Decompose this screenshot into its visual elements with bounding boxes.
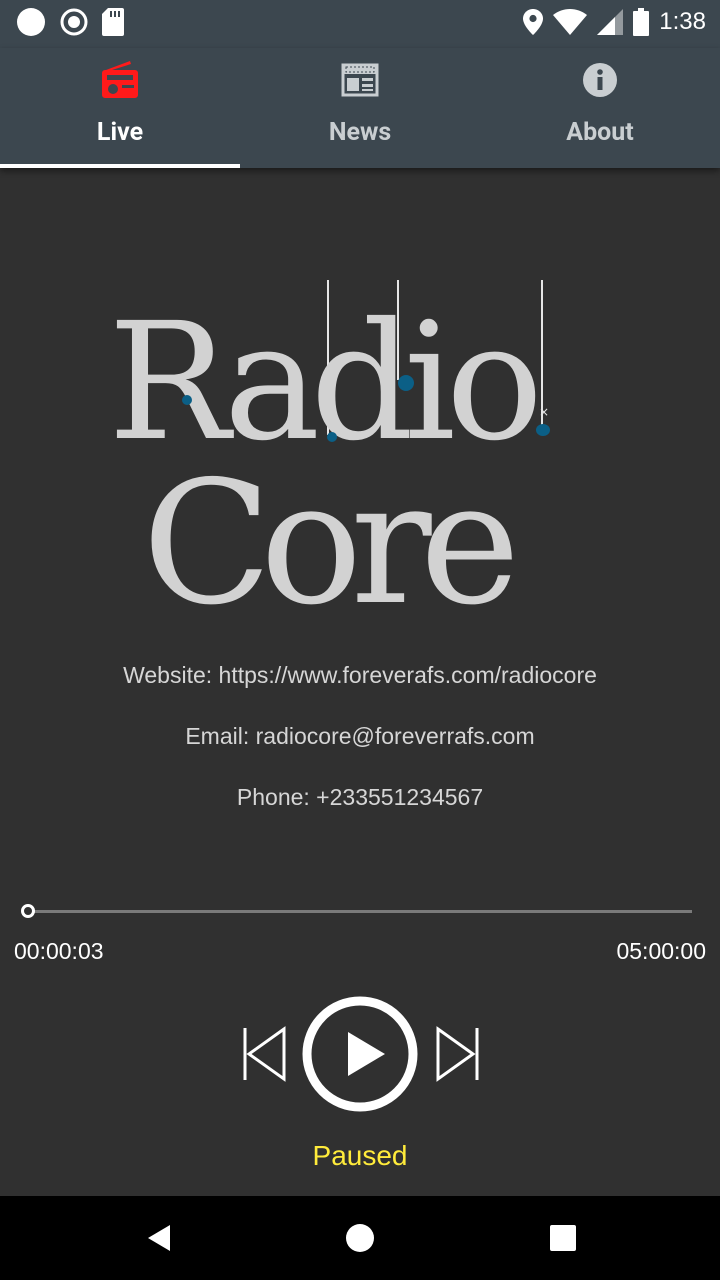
tab-label: News [328, 118, 392, 147]
seek-thumb[interactable] [21, 904, 35, 918]
skip-next-button[interactable] [430, 1022, 486, 1086]
system-nav-bar [0, 1196, 720, 1280]
tab-news[interactable]: News [240, 48, 480, 168]
active-tab-indicator [0, 164, 240, 168]
skip-previous-button[interactable] [236, 1022, 292, 1086]
play-button[interactable] [301, 995, 419, 1113]
skip-next-icon [436, 1026, 479, 1082]
seek-bar[interactable] [28, 910, 692, 913]
sd-card-icon [102, 8, 124, 36]
clock: 1:38 [659, 8, 706, 35]
play-icon [302, 996, 418, 1112]
back-button[interactable] [108, 1196, 208, 1280]
logo-core-text: Core [142, 445, 513, 640]
home-button[interactable] [310, 1196, 410, 1280]
status-bar: 1:38 [0, 0, 720, 48]
website-text[interactable]: Website: https://www.foreverafs.com/radi… [0, 662, 720, 689]
tab-label: About [566, 118, 634, 147]
recents-button[interactable] [513, 1196, 613, 1280]
back-icon [148, 1225, 170, 1251]
battery-icon [633, 8, 650, 36]
elapsed-time: 00:00:03 [14, 938, 104, 964]
tab-bar: Live News About [0, 48, 720, 168]
playback-status: Paused [312, 1140, 408, 1171]
tab-about[interactable]: About [480, 48, 720, 168]
email-text[interactable]: Email: radiocore@foreverrafs.com [0, 723, 720, 750]
radio-core-logo: Radio Core × [108, 280, 550, 640]
radio-icon [102, 61, 138, 98]
notification-dot-icon [17, 8, 45, 36]
home-icon [346, 1224, 374, 1252]
tab-live[interactable]: Live [0, 48, 240, 168]
total-duration: 05:00:00 [616, 938, 706, 964]
cell-signal-icon [597, 9, 624, 35]
svg-text:×: × [539, 405, 549, 419]
info-icon [583, 63, 617, 97]
newspaper-icon [341, 63, 379, 97]
wifi-icon [553, 9, 588, 35]
location-icon [523, 9, 544, 35]
phone-text[interactable]: Phone: +233551234567 [0, 784, 720, 811]
record-icon [60, 8, 88, 36]
recents-icon [550, 1225, 576, 1251]
tab-label: Live [96, 118, 144, 147]
skip-previous-icon [243, 1026, 286, 1082]
